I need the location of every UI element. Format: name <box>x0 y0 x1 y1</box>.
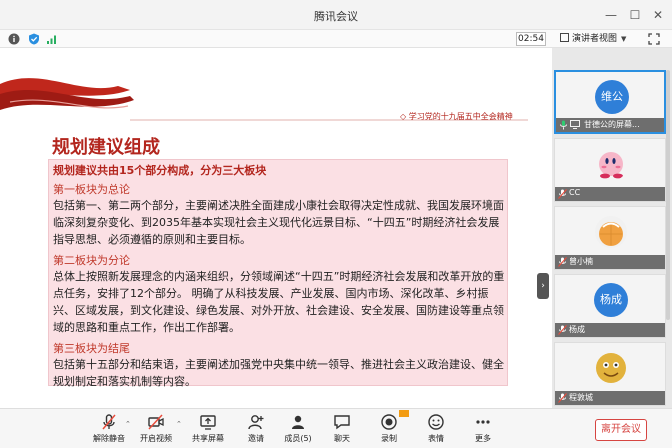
share-screen-label: 共享屏幕 <box>192 434 224 443</box>
shared-screen: ◇ 学习党的十九届五中全会精神 规划建议组成 规划建议共由15个部分构成，分为三… <box>0 48 552 441</box>
section-body: 总体上按照新发展理念的内涵来组织，分领域阐述“十四五”时期经济社会发展和改革开放… <box>53 270 505 334</box>
participant-name-bar: 甘德公的屏幕... <box>556 118 664 132</box>
presentation-slide: ◇ 学习党的十九届五中全会精神 规划建议组成 规划建议共由15个部分构成，分为三… <box>0 56 548 401</box>
section-body: 包括第十五部分和结束语，主要阐述加强党中央集中统一领导、推进社会主义政治建设、健… <box>53 358 504 388</box>
unmute-button[interactable]: 解除静音 <box>89 413 129 447</box>
maximize-icon[interactable]: ☐ <box>626 6 644 24</box>
title-bar: 腾讯会议 — ☐ ✕ <box>0 0 672 30</box>
avatar: 杨成 <box>594 283 628 317</box>
participant-name: 曾小楠 <box>569 257 593 266</box>
view-mode-label: 演讲者视图 <box>572 34 618 44</box>
camera-off-icon <box>148 414 164 430</box>
participant-tile[interactable]: CC <box>554 138 666 202</box>
control-bar: 解除静音 ⌃ 开启视频 ⌃ 共享屏幕 邀请 成员(5) 聊天 录制 表情 更多 … <box>0 408 672 448</box>
mic-muted-icon <box>558 189 567 199</box>
members-button[interactable]: 成员(5) <box>278 413 318 447</box>
info-icon[interactable] <box>8 33 20 45</box>
participant-name-bar: 杨成 <box>555 323 665 337</box>
participant-tile[interactable]: 程敦城 <box>554 342 666 406</box>
signal-icon[interactable] <box>46 33 58 45</box>
section-body: 包括第一、第二两个部分，主要阐述决胜全面建成小康社会取得决定性成就、我国发展环境… <box>53 199 504 246</box>
record-button[interactable]: 录制 <box>369 413 409 447</box>
participant-name-bar: 程敦城 <box>555 391 665 405</box>
section-title: 第二板块为分论 <box>53 254 130 267</box>
minimize-icon[interactable]: — <box>602 6 620 24</box>
slide-tagline: ◇ 学习党的十九届五中全会精神 <box>400 112 513 121</box>
screen-share-icon <box>570 120 580 129</box>
members-label: 成员(5) <box>284 434 312 443</box>
participant-name: 甘德公的屏幕... <box>584 120 640 129</box>
participant-tile[interactable]: 维公 甘德公的屏幕... <box>554 70 666 134</box>
participant-name-bar: 曾小楠 <box>555 255 665 269</box>
slide-heading: 规划建议组成 <box>52 137 160 158</box>
chevron-up-icon[interactable]: ⌃ <box>125 420 131 428</box>
more-icon <box>476 420 490 424</box>
collapse-panel-button[interactable]: › <box>537 273 549 299</box>
slide-content-box: 规划建议共由15个部分构成，分为三大板块 第一板块为总论 包括第一、第二两个部分… <box>48 159 508 388</box>
mic-muted-icon <box>558 325 567 335</box>
chat-label: 聊天 <box>334 434 350 443</box>
mic-muted-icon <box>558 393 567 403</box>
avatar <box>599 152 623 179</box>
record-icon <box>381 414 397 430</box>
fullscreen-icon[interactable] <box>648 33 660 45</box>
participant-tile[interactable]: 杨成 杨成 <box>554 274 666 338</box>
chat-icon <box>334 415 350 430</box>
participants-scrollbar[interactable] <box>666 70 670 320</box>
add-user-icon <box>248 415 264 430</box>
emoji-icon <box>428 414 444 430</box>
grid-view-icon <box>560 33 569 42</box>
avatar <box>595 216 627 248</box>
chat-button[interactable]: 聊天 <box>322 413 362 447</box>
participants-panel: 维公 甘德公的屏幕... CC 曾小楠 杨成 杨成 程敦城 <box>552 48 672 408</box>
invite-button[interactable]: 邀请 <box>236 413 276 447</box>
reaction-label: 表情 <box>428 434 444 443</box>
slide-subtitle: 规划建议共由15个部分构成，分为三大板块 <box>53 164 267 177</box>
more-label: 更多 <box>475 434 491 443</box>
start-video-button[interactable]: 开启视频 <box>136 413 176 447</box>
share-screen-icon <box>200 415 216 430</box>
unmute-label: 解除静音 <box>93 434 125 443</box>
avatar <box>596 353 626 383</box>
view-mode-button[interactable]: 演讲者视图 ▼ <box>560 31 638 47</box>
record-label: 录制 <box>381 434 397 443</box>
people-icon <box>292 415 304 429</box>
app-title: 腾讯会议 <box>314 10 358 23</box>
meeting-timer: 02:54 <box>516 32 546 46</box>
record-badge-icon <box>399 410 409 417</box>
invite-label: 邀请 <box>248 434 264 443</box>
section-title: 第一板块为总论 <box>53 183 130 196</box>
section-title: 第三板块为结尾 <box>53 342 130 355</box>
participant-name: CC <box>569 188 581 197</box>
participant-name: 杨成 <box>569 325 585 334</box>
mic-muted-icon <box>558 257 567 267</box>
close-icon[interactable]: ✕ <box>649 6 667 24</box>
chevron-up-icon[interactable]: ⌃ <box>176 420 182 428</box>
chevron-down-icon: ▼ <box>621 35 627 43</box>
mic-on-icon <box>560 120 567 130</box>
participant-name: 程敦城 <box>569 393 593 402</box>
leave-meeting-button[interactable]: 离开会议 <box>595 419 647 441</box>
avatar: 维公 <box>595 80 629 114</box>
meeting-toolbar: 02:54 演讲者视图 ▼ <box>0 30 672 48</box>
mic-muted-icon <box>102 414 116 430</box>
participant-tile[interactable]: 曾小楠 <box>554 206 666 270</box>
start-video-label: 开启视频 <box>140 434 172 443</box>
more-button[interactable]: 更多 <box>463 413 503 447</box>
participant-name-bar: CC <box>555 187 665 201</box>
reaction-button[interactable]: 表情 <box>416 413 456 447</box>
shield-icon[interactable] <box>28 33 40 45</box>
share-screen-button[interactable]: 共享屏幕 <box>188 413 228 447</box>
